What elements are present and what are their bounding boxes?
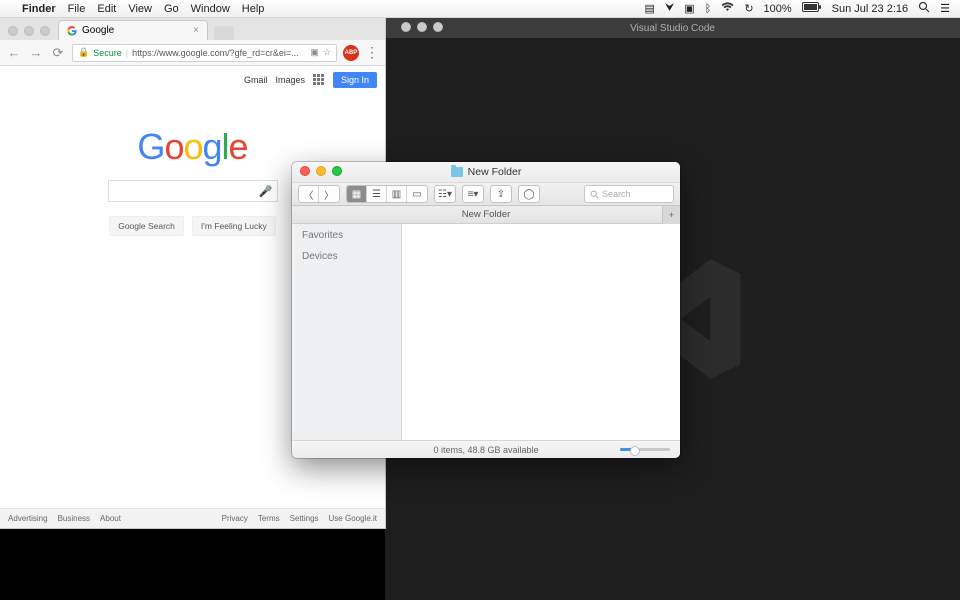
folder-icon <box>451 167 463 177</box>
back-icon: 〈 <box>299 186 319 202</box>
menu-file[interactable]: File <box>68 3 86 15</box>
finder-window-controls[interactable] <box>300 166 342 176</box>
reload-button[interactable]: ⟳ <box>50 45 66 61</box>
battery-percent: 100% <box>764 3 792 15</box>
spotlight-icon[interactable] <box>918 1 930 16</box>
finder-toolbar: 〈〉 ▦ ☰ ▥ ▭ ☷▾ ≡▾ ⇪ ◯ Search <box>292 182 680 206</box>
chrome-menu-icon[interactable]: ⋮ <box>365 44 379 61</box>
finder-statusbar: 0 items, 48.8 GB available <box>292 440 680 458</box>
google-search-button[interactable]: Google Search <box>109 216 184 236</box>
dock-background <box>0 528 385 600</box>
macos-menubar: Finder File Edit View Go Window Help ▤ ⮟… <box>0 0 960 18</box>
footer-use-google[interactable]: Use Google.it <box>329 514 377 523</box>
save-icon[interactable]: ▤ <box>645 2 655 15</box>
search-placeholder: Search <box>602 189 631 199</box>
sidebar-favorites-heading[interactable]: Favorites <box>302 230 391 241</box>
wifi-icon[interactable] <box>721 2 734 15</box>
secure-label: Secure <box>93 48 122 58</box>
back-button[interactable]: ← <box>6 45 22 60</box>
cast-icon[interactable]: ▣ <box>310 47 319 58</box>
menu-edit[interactable]: Edit <box>97 3 116 15</box>
bookmark-star-icon[interactable]: ☆ <box>323 47 331 58</box>
google-favicon-icon <box>67 26 77 36</box>
google-search-input[interactable]: 🎤 <box>108 180 278 202</box>
bluetooth-icon[interactable]: ᛒ <box>705 3 712 15</box>
action-icon: ≡▾ <box>463 186 483 202</box>
images-link[interactable]: Images <box>275 75 305 85</box>
footer-privacy[interactable]: Privacy <box>222 514 248 523</box>
menu-window[interactable]: Window <box>191 3 230 15</box>
sidebar-devices-heading[interactable]: Devices <box>302 251 391 262</box>
finder-content-area[interactable] <box>402 224 680 440</box>
footer-business[interactable]: Business <box>58 514 90 523</box>
chrome-tab[interactable]: Google × <box>58 20 208 40</box>
google-apps-icon[interactable] <box>313 74 325 86</box>
chrome-tabstrip: Google × <box>0 18 385 40</box>
app-name[interactable]: Finder <box>22 3 56 15</box>
url-text: https://www.google.com/?gfe_rd=cr&ei=... <box>132 48 306 58</box>
notification-center-icon[interactable]: ☰ <box>940 2 950 15</box>
finder-title: New Folder <box>468 166 522 178</box>
footer-advertising[interactable]: Advertising <box>8 514 48 523</box>
search-icon <box>590 190 599 199</box>
finder-nav-buttons[interactable]: 〈〉 <box>298 185 340 203</box>
close-tab-icon[interactable]: × <box>193 25 199 36</box>
menu-view[interactable]: View <box>128 3 152 15</box>
finder-zoom-slider[interactable] <box>620 448 670 451</box>
footer-terms[interactable]: Terms <box>258 514 280 523</box>
new-tab-button[interactable] <box>214 26 234 40</box>
finder-add-tab-button[interactable]: + <box>662 206 680 224</box>
finder-share-button[interactable]: ⇪ <box>490 185 512 203</box>
share-icon: ⇪ <box>491 186 511 202</box>
finder-status-text: 0 items, 48.8 GB available <box>433 445 538 455</box>
finder-titlebar[interactable]: New Folder <box>292 162 680 182</box>
finder-search-input[interactable]: Search <box>584 185 674 203</box>
arrange-icon: ☷▾ <box>435 186 455 202</box>
airplay-icon[interactable]: ▣ <box>684 2 694 15</box>
battery-icon[interactable] <box>802 2 822 15</box>
footer-about[interactable]: About <box>100 514 121 523</box>
dropbox-icon[interactable]: ⮟ <box>665 2 674 15</box>
adblock-icon[interactable]: ABP <box>343 45 359 61</box>
finder-window: New Folder 〈〉 ▦ ☰ ▥ ▭ ☷▾ ≡▾ ⇪ ◯ Search N… <box>292 162 680 458</box>
finder-tags-button[interactable]: ◯ <box>518 185 540 203</box>
gmail-link[interactable]: Gmail <box>244 75 268 85</box>
list-view-icon: ☰ <box>367 186 387 202</box>
finder-sidebar: Favorites Devices <box>292 224 402 440</box>
lock-icon: 🔒 <box>78 47 89 58</box>
forward-icon: 〉 <box>319 186 339 202</box>
vscode-window-controls[interactable] <box>393 22 451 36</box>
menu-go[interactable]: Go <box>164 3 179 15</box>
footer-settings[interactable]: Settings <box>290 514 319 523</box>
finder-pathbar: New Folder + <box>292 206 680 224</box>
chrome-toolbar: ← → ⟳ 🔒 Secure | https://www.google.com/… <box>0 40 385 66</box>
finder-arrange-button[interactable]: ☷▾ <box>434 185 456 203</box>
address-bar[interactable]: 🔒 Secure | https://www.google.com/?gfe_r… <box>72 44 337 62</box>
forward-button[interactable]: → <box>28 45 44 60</box>
column-view-icon: ▥ <box>387 186 407 202</box>
finder-path-label[interactable]: New Folder <box>462 209 511 220</box>
clock[interactable]: Sun Jul 23 2:16 <box>832 3 908 15</box>
voice-search-icon[interactable]: 🎤 <box>259 185 273 198</box>
google-footer: Advertising Business About Privacy Terms… <box>0 508 385 528</box>
gallery-view-icon: ▭ <box>407 186 427 202</box>
chrome-window-controls[interactable] <box>0 26 58 40</box>
signin-button[interactable]: Sign In <box>333 72 377 88</box>
tags-icon: ◯ <box>519 186 539 202</box>
tab-title: Google <box>82 25 114 36</box>
vscode-title: Visual Studio Code <box>630 23 715 34</box>
menu-help[interactable]: Help <box>242 3 265 15</box>
icon-view-icon: ▦ <box>347 186 367 202</box>
finder-view-switcher[interactable]: ▦ ☰ ▥ ▭ <box>346 185 428 203</box>
finder-action-button[interactable]: ≡▾ <box>462 185 484 203</box>
timemachine-icon[interactable]: ↻ <box>744 2 753 15</box>
feeling-lucky-button[interactable]: I'm Feeling Lucky <box>192 216 276 236</box>
vscode-titlebar: Visual Studio Code <box>385 18 960 38</box>
